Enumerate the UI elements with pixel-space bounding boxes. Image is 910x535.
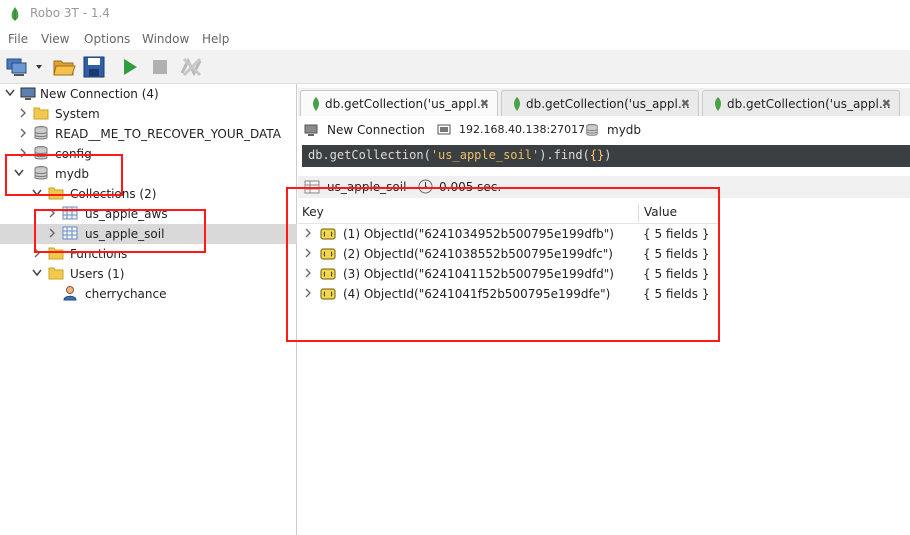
tab-label: db.getCollection('us_appl…	[727, 97, 891, 111]
tab-label: db.getCollection('us_appl…	[526, 97, 690, 111]
chevron-right-icon[interactable]	[18, 107, 28, 119]
tree-item-label: Users (1)	[70, 267, 125, 281]
tree-connection-label: New Connection (4)	[40, 87, 159, 101]
tab-label: db.getCollection('us_appl…	[325, 97, 489, 111]
computer-icon	[304, 124, 318, 136]
user-icon	[63, 286, 77, 301]
folder-icon	[33, 107, 49, 120]
title-bar: Robo 3T - 1.4	[0, 0, 910, 28]
window-title: Robo 3T - 1.4	[30, 6, 110, 20]
mongo-leaf-icon	[514, 97, 520, 111]
tree-item-label: cherrychance	[85, 287, 167, 301]
query-braces: {}	[589, 148, 605, 162]
tree-item-users[interactable]: Users (1)	[0, 264, 297, 284]
connect-icon[interactable]	[4, 55, 44, 79]
query-tab-3[interactable]: db.getCollection('us_appl… ✖	[702, 90, 900, 116]
annotation-box-results	[286, 187, 720, 342]
chevron-right-icon[interactable]	[18, 127, 28, 139]
tree-item-user-cherrychance[interactable]: cherrychance	[0, 284, 297, 304]
menu-options[interactable]: Options	[84, 32, 130, 46]
annotation-box-mydb	[5, 154, 123, 196]
folder-icon	[48, 267, 64, 280]
menu-help[interactable]: Help	[202, 32, 229, 46]
stop-execution-icon[interactable]	[178, 55, 206, 79]
database-icon	[34, 126, 48, 140]
menu-window[interactable]: Window	[142, 32, 189, 46]
server-icon	[437, 124, 451, 135]
tree-connection[interactable]: New Connection (4)	[0, 84, 297, 104]
save-icon[interactable]	[82, 55, 106, 79]
mongo-leaf-icon	[313, 97, 319, 111]
toolbar	[0, 50, 910, 84]
explorer-sidebar: New Connection (4) System READ__ME_TO_RE…	[0, 84, 297, 535]
chevron-down-icon[interactable]	[5, 87, 15, 99]
menu-bar: File View Options Window Help	[0, 28, 910, 50]
query-tab-1[interactable]: db.getCollection('us_appl… ✖	[300, 90, 498, 116]
menu-view[interactable]: View	[41, 32, 69, 46]
mongo-leaf-icon	[715, 97, 721, 111]
run-icon[interactable]	[118, 55, 142, 79]
info-database: mydb	[607, 123, 642, 137]
stop-icon[interactable]	[148, 55, 172, 79]
tree-item-label: READ__ME_TO_RECOVER_YOUR_DATA	[55, 127, 281, 141]
chevron-down-icon[interactable]	[32, 267, 42, 279]
tree-item-system[interactable]: System	[0, 104, 297, 124]
query-end: )	[604, 148, 612, 162]
menu-file[interactable]: File	[8, 32, 28, 46]
annotation-box-collection	[34, 209, 206, 253]
query-info-bar: New Connection 192.168.40.138:27017 mydb	[298, 118, 910, 144]
query-collection-string: 'us_apple_soil'	[430, 148, 540, 162]
open-folder-icon[interactable]	[52, 55, 76, 79]
computer-icon	[20, 87, 36, 100]
info-server: 192.168.40.138:27017	[459, 123, 586, 136]
tree-item-label: System	[55, 107, 100, 121]
query-suffix: ).find(	[539, 148, 590, 162]
database-icon	[586, 123, 598, 136]
tab-close-icon[interactable]: ✖	[882, 97, 891, 110]
tab-close-icon[interactable]: ✖	[480, 97, 489, 110]
query-prefix: db.getCollection(	[308, 148, 431, 162]
query-tabs: db.getCollection('us_appl… ✖ db.getColle…	[298, 88, 910, 116]
query-editor[interactable]: db.getCollection('us_apple_soil').find({…	[302, 145, 910, 167]
info-connection: New Connection	[327, 123, 425, 137]
tab-close-icon[interactable]: ✖	[681, 97, 690, 110]
tree-item-readme-db[interactable]: READ__ME_TO_RECOVER_YOUR_DATA	[0, 124, 297, 144]
robo3t-logo-icon	[11, 7, 19, 21]
query-tab-2[interactable]: db.getCollection('us_appl… ✖	[501, 90, 699, 116]
